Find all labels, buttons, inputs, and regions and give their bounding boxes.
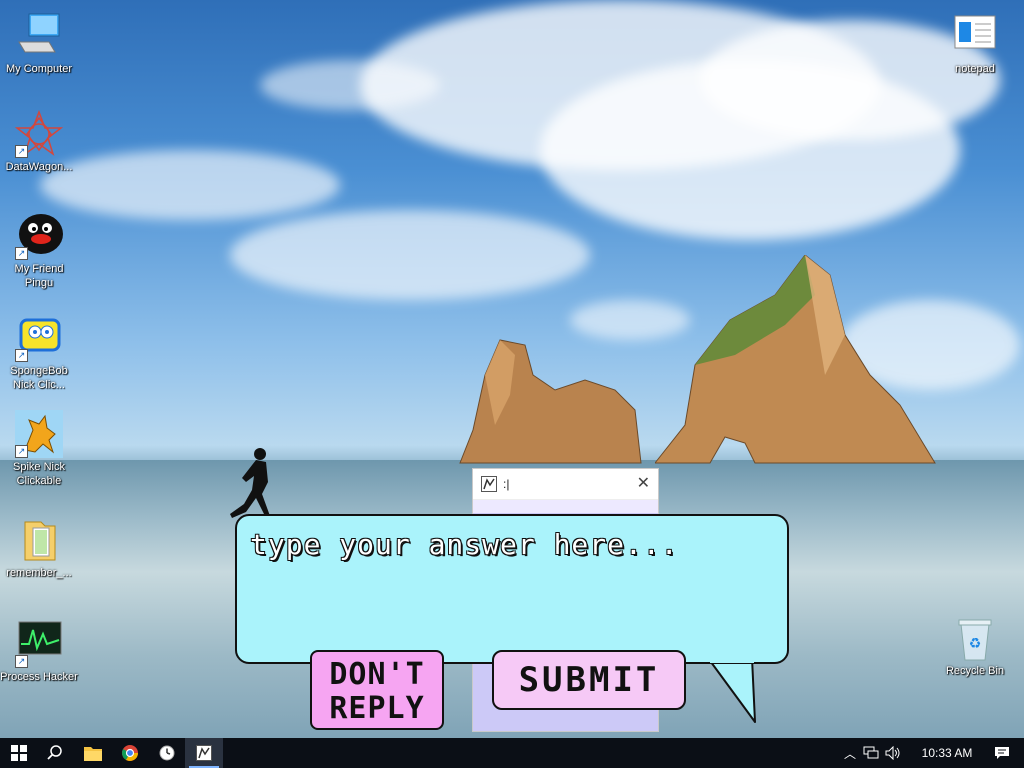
taskbar-clock-app[interactable] xyxy=(148,738,186,768)
system-tray: ︿ 10:33 AM xyxy=(840,738,1016,768)
dialog-title-bar[interactable]: :| ✕ xyxy=(473,469,658,500)
desktop-icon-my-computer[interactable]: My Computer xyxy=(0,12,78,76)
dialog-app-icon xyxy=(196,745,212,761)
windows-start-icon xyxy=(11,745,27,761)
search-icon xyxy=(47,745,62,760)
desktop-icon-label: DataWagon... xyxy=(5,161,73,173)
clock-app-icon xyxy=(159,745,175,761)
volume-icon[interactable] xyxy=(882,746,904,760)
desktop-icon-label: Recycle Bin xyxy=(945,665,1005,677)
action-center-icon[interactable] xyxy=(988,746,1016,760)
shortcut-arrow-icon: ↗ xyxy=(15,445,28,458)
desktop-icon-spike[interactable]: ↗ Spike Nick Clickable xyxy=(0,410,78,488)
desktop-icon-datawagon[interactable]: ↗ DataWagon... xyxy=(0,109,78,174)
desktop-icon-label: My Computer xyxy=(5,63,73,75)
svg-text:♻: ♻ xyxy=(969,636,982,652)
desktop-icon-label: notepad xyxy=(955,63,995,75)
dont-reply-button[interactable]: DON'T REPLY xyxy=(310,650,444,730)
pingu-icon: ↗ xyxy=(15,212,63,260)
notepad-icon xyxy=(951,12,999,60)
desktop-icon-pingu[interactable]: ↗ My Friend Pingu xyxy=(0,212,78,290)
shortcut-arrow-icon: ↗ xyxy=(15,655,28,668)
desktop-icon-label: SpongeBob Nick Clic... xyxy=(10,365,68,391)
start-button[interactable] xyxy=(0,738,38,768)
desktop-icon-notepad[interactable]: notepad xyxy=(936,12,1014,76)
folder-icon xyxy=(15,516,63,564)
taskbar-dialog-app[interactable] xyxy=(185,738,223,768)
taskbar-clock[interactable]: 10:33 AM xyxy=(912,746,982,760)
desktop-icon-remember[interactable]: remember_... xyxy=(0,516,78,580)
network-icon[interactable] xyxy=(860,746,882,760)
dialog-title: :| xyxy=(503,477,510,491)
submit-button[interactable]: SUBMIT xyxy=(492,650,686,710)
shortcut-arrow-icon: ↗ xyxy=(15,145,28,158)
dialog-strip xyxy=(473,500,658,513)
shortcut-arrow-icon: ↗ xyxy=(15,247,28,260)
taskbar: ︿ 10:33 AM xyxy=(0,738,1024,768)
file-explorer-icon xyxy=(84,747,102,761)
search-button[interactable] xyxy=(36,738,74,768)
datawagon-icon: ↗ xyxy=(14,109,64,158)
close-icon[interactable]: ✕ xyxy=(637,473,650,493)
desktop-icon-recycle-bin[interactable]: ♻ Recycle Bin xyxy=(936,614,1014,678)
desktop-icon-label: Process Hacker xyxy=(0,671,78,683)
shortcut-arrow-icon: ↗ xyxy=(15,349,28,362)
spike-icon: ↗ xyxy=(15,410,63,458)
desktop-icon-process-hacker[interactable]: ↗ Process Hacker xyxy=(0,620,78,684)
taskbar-file-explorer[interactable] xyxy=(74,738,112,768)
dialog-app-icon xyxy=(481,476,497,492)
computer-icon xyxy=(15,12,63,60)
answer-placeholder[interactable]: type your answer here... xyxy=(250,528,679,561)
spongebob-icon: ↗ xyxy=(15,314,63,362)
desktop-icon-label: My Friend Pingu xyxy=(14,263,64,289)
taskbar-chrome[interactable] xyxy=(111,738,149,768)
desktop-icon-label: remember_... xyxy=(6,567,72,579)
desktop-icon-label: Spike Nick Clickable xyxy=(13,461,65,487)
chrome-icon xyxy=(122,745,138,761)
desktop-icon-spongebob[interactable]: ↗ SpongeBob Nick Clic... xyxy=(0,314,78,392)
chevron-up-icon[interactable]: ︿ xyxy=(840,745,860,762)
process-hacker-icon: ↗ xyxy=(15,620,63,668)
recycle-bin-icon: ♻ xyxy=(951,614,999,662)
